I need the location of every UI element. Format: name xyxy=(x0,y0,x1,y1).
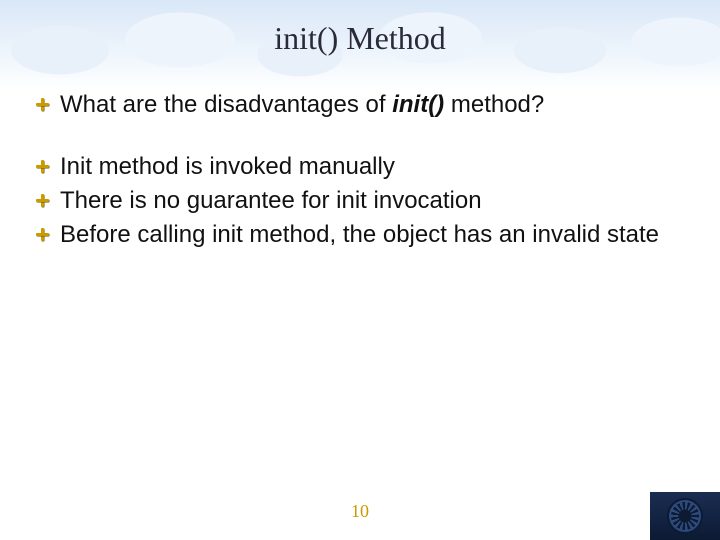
question-post: method? xyxy=(444,91,544,118)
seal-icon xyxy=(667,498,703,534)
bullet-item: Init method is invoked manually xyxy=(36,152,684,182)
question-emph: init() xyxy=(392,91,444,118)
bullet-text: There is no guarantee for init invocatio… xyxy=(60,186,684,216)
slide-title: init() Method xyxy=(0,20,720,57)
footer-logo-bar xyxy=(650,492,720,540)
bullet-question: What are the disadvantages of init() met… xyxy=(36,90,684,120)
plus-bullet-icon xyxy=(36,194,50,208)
bullet-text: Init method is invoked manually xyxy=(60,152,684,182)
plus-bullet-icon xyxy=(36,98,50,112)
page-number: 10 xyxy=(0,501,720,522)
bullet-item: Before calling init method, the object h… xyxy=(36,220,684,250)
slide-content: What are the disadvantages of init() met… xyxy=(36,90,684,254)
plus-bullet-icon xyxy=(36,228,50,242)
plus-bullet-icon xyxy=(36,160,50,174)
spacer xyxy=(36,124,684,152)
bullet-item: There is no guarantee for init invocatio… xyxy=(36,186,684,216)
bullet-text: What are the disadvantages of init() met… xyxy=(60,90,684,120)
bullet-text: Before calling init method, the object h… xyxy=(60,220,684,250)
question-pre: What are the disadvantages of xyxy=(60,91,392,118)
